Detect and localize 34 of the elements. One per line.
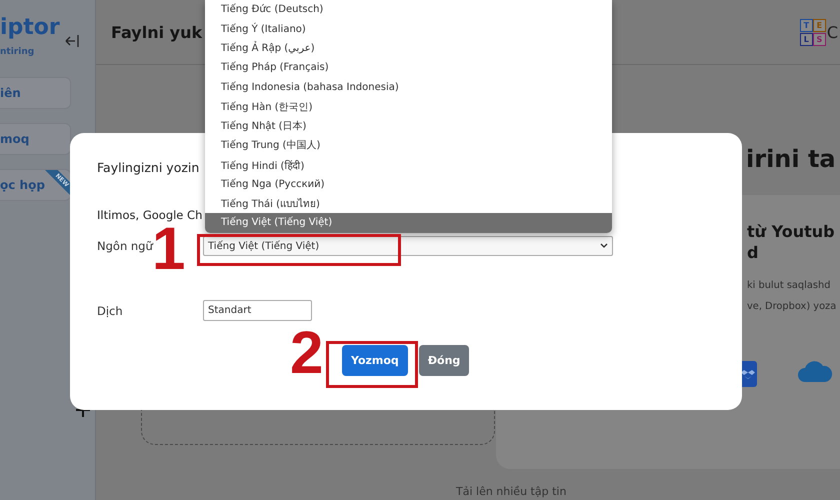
language-option[interactable]: Tiếng Ý (Italiano) xyxy=(205,19,612,39)
language-option[interactable]: Tiếng Trung (中国人) xyxy=(205,136,612,156)
close-button[interactable]: Đóng xyxy=(418,345,470,376)
language-select[interactable]: Tiếng Việt (Tiếng Việt) xyxy=(203,236,613,256)
language-option[interactable]: Tiếng Việt (Tiếng Việt) xyxy=(205,213,612,233)
dialog-notice: Iltimos, Google Ch xyxy=(97,208,202,222)
step-number: 1 xyxy=(152,226,186,272)
card-text: ve, Dropbox) yoza xyxy=(747,300,838,314)
field-label: Ngôn ngữ xyxy=(97,239,154,253)
language-option[interactable]: Tiếng Hindi (हिंदी) xyxy=(205,155,612,175)
dialog-title: Faylingizni yozin xyxy=(97,160,200,175)
card-text: ki bulut saqlashd xyxy=(747,279,832,293)
upload-caption: Tải lên nhiều tập tin xyxy=(456,485,566,499)
collapse-icon[interactable] xyxy=(64,34,80,48)
language-option[interactable]: Tiếng Hàn (한국인) xyxy=(205,96,612,116)
language-option[interactable]: Tiếng Ả Rập (عربي) xyxy=(205,38,612,58)
language-option[interactable]: Tiếng Đức (Deutsch) xyxy=(205,0,612,20)
language-option[interactable]: Tiếng Thái (แบบไทย) xyxy=(205,194,612,214)
logo-tagline: ntiring xyxy=(0,47,36,57)
field-label: Dịch xyxy=(97,304,124,318)
language-option[interactable]: Tiếng Pháp (Français) xyxy=(205,58,612,78)
card-title: từ Youtub xyxy=(747,221,836,242)
submit-button[interactable]: Yozmoq xyxy=(342,345,408,376)
step-number: 2 xyxy=(290,330,324,376)
chevron-down-icon xyxy=(600,243,608,249)
translation-field[interactable]: Standart xyxy=(203,300,312,321)
section-heading: irini ta xyxy=(746,145,837,173)
brand-text: C xyxy=(826,22,838,42)
language-option[interactable]: Tiếng Indonesia (bahasa Indonesia) xyxy=(205,78,612,97)
app-logo: iptor xyxy=(0,15,61,41)
page-title: Faylni yuk xyxy=(111,22,202,42)
card-title: d xyxy=(747,242,760,263)
language-option[interactable]: Tiếng Nhật (日本) xyxy=(205,116,612,136)
language-option[interactable]: Tiếng Nga (Русский) xyxy=(205,174,612,194)
